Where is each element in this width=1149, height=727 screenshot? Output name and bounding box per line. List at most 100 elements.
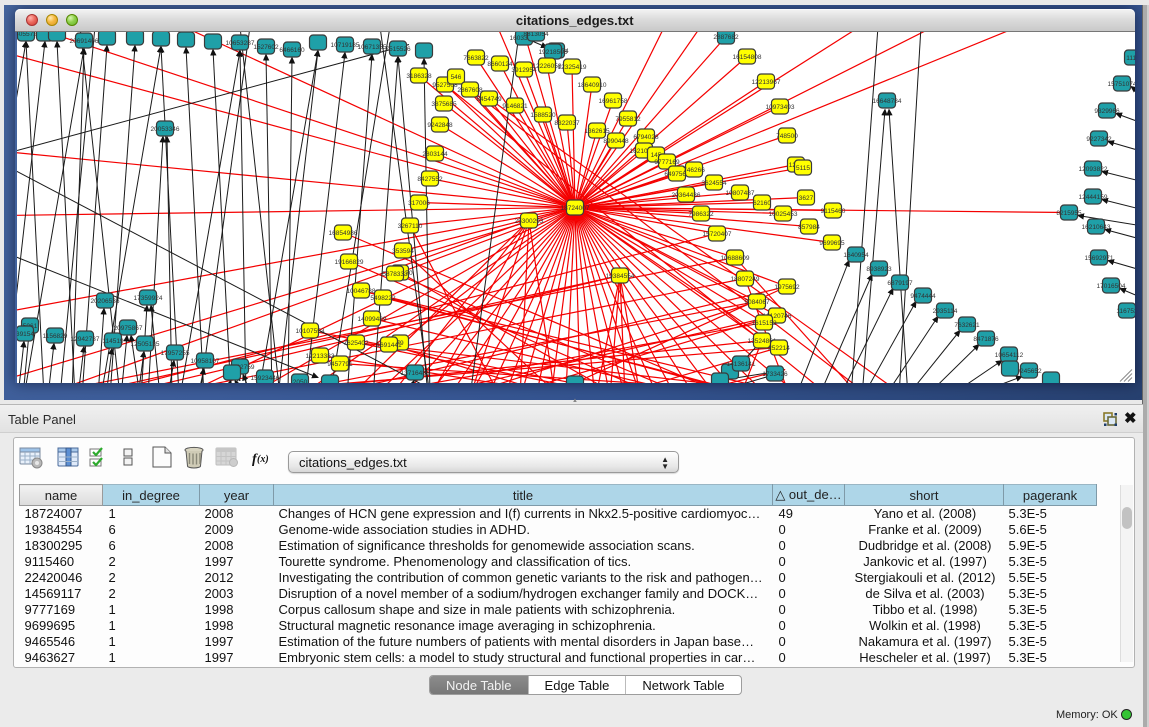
svg-text:20691406: 20691406 <box>70 38 99 45</box>
svg-text:13716485: 13716485 <box>401 370 430 377</box>
svg-text:114519: 114519 <box>102 338 124 345</box>
svg-text:6879197: 6879197 <box>887 280 913 287</box>
svg-text:10807487: 10807487 <box>726 190 755 197</box>
svg-text:12093822: 12093822 <box>1079 166 1108 173</box>
svg-text:317006: 317006 <box>408 200 430 207</box>
svg-text:546: 546 <box>451 74 462 81</box>
svg-text:16154808: 16154808 <box>733 54 762 61</box>
svg-text:17957255: 17957255 <box>161 350 190 357</box>
svg-text:2803144: 2803144 <box>422 151 448 158</box>
svg-text:12325419: 12325419 <box>558 64 587 71</box>
svg-text:18640910: 18640910 <box>578 82 607 89</box>
svg-text:1733426: 1733426 <box>762 371 788 378</box>
svg-text:17016504: 17016504 <box>1097 283 1126 290</box>
svg-text:5878333: 5878333 <box>382 271 408 278</box>
svg-text:25300293: 25300293 <box>515 218 544 225</box>
svg-text:1615152: 1615152 <box>751 320 777 327</box>
svg-text:9699695: 9699695 <box>819 240 845 247</box>
svg-text:18807249: 18807249 <box>731 276 760 283</box>
svg-text:9227342: 9227342 <box>1086 136 1112 143</box>
svg-text:12942737: 12942737 <box>71 336 100 343</box>
svg-text:252214: 252214 <box>768 345 790 352</box>
svg-text:9245652: 9245652 <box>1016 368 1042 375</box>
svg-text:39154: 39154 <box>17 331 34 338</box>
svg-text:1362615: 1362615 <box>584 128 610 135</box>
svg-text:8471876: 8471876 <box>973 336 999 343</box>
svg-text:7955812: 7955812 <box>615 116 641 123</box>
svg-text:16648784: 16648784 <box>873 98 902 105</box>
svg-text:7515526: 7515526 <box>385 46 411 53</box>
svg-text:9329966: 9329966 <box>1094 108 1120 115</box>
svg-text:1640954: 1640954 <box>843 252 869 259</box>
svg-text:16961758: 16961758 <box>599 98 628 105</box>
svg-text:15720407: 15720407 <box>703 231 732 238</box>
svg-text:6794028: 6794028 <box>633 134 659 141</box>
svg-text:1975692: 1975692 <box>774 284 800 291</box>
svg-text:10671355: 10671355 <box>358 44 387 51</box>
svg-text:15923446: 15923446 <box>251 375 280 382</box>
svg-text:8813054: 8813054 <box>523 32 549 38</box>
svg-text:10653287: 10653287 <box>226 40 255 47</box>
svg-text:17359924: 17359924 <box>134 295 163 302</box>
svg-text:9242848: 9242848 <box>427 122 453 129</box>
svg-text:20975867: 20975867 <box>114 325 143 332</box>
svg-text:19166829: 19166829 <box>335 259 364 266</box>
svg-text:1588520: 1588520 <box>530 112 556 119</box>
svg-text:3624554: 3624554 <box>701 180 727 187</box>
svg-text:18724007: 18724007 <box>561 205 590 212</box>
svg-text:9084067: 9084067 <box>744 299 770 306</box>
svg-text:14099489: 14099489 <box>358 316 387 323</box>
svg-text:7625402: 7625402 <box>343 340 369 347</box>
svg-text:7632621: 7632621 <box>954 322 980 329</box>
svg-text:1117: 1117 <box>1126 55 1134 62</box>
svg-text:12213967: 12213967 <box>752 79 781 86</box>
svg-text:353594: 353594 <box>392 248 414 255</box>
svg-text:10688609: 10688609 <box>721 255 750 262</box>
svg-text:8322037: 8322037 <box>554 120 580 127</box>
svg-text:857984: 857984 <box>798 224 820 231</box>
svg-text:9115460: 9115460 <box>821 208 846 215</box>
svg-text:10025453: 10025453 <box>769 211 798 218</box>
svg-text:15692971: 15692971 <box>1085 255 1114 262</box>
svg-text:2935114: 2935114 <box>933 308 958 315</box>
svg-text:12444159: 12444159 <box>1079 194 1108 201</box>
svg-text:9457791: 9457791 <box>327 361 353 368</box>
svg-text:19218506: 19218506 <box>539 49 568 56</box>
svg-text:16854986: 16854986 <box>329 230 358 237</box>
svg-text:8427552: 8427552 <box>417 176 443 183</box>
svg-text:14136141: 14136141 <box>727 361 756 368</box>
svg-text:12505135: 12505135 <box>131 341 160 348</box>
svg-text:20364436: 20364436 <box>672 192 701 199</box>
svg-text:19384554: 19384554 <box>606 273 635 280</box>
svg-text:20206536: 20206536 <box>91 298 120 305</box>
svg-text:10107553: 10107553 <box>296 328 325 335</box>
svg-text:7986322: 7986322 <box>688 211 714 218</box>
svg-text:10654112: 10654112 <box>995 352 1024 359</box>
svg-text:(x): (x) <box>257 454 269 465</box>
svg-text:10719185: 10719185 <box>331 42 360 49</box>
svg-text:6466160: 6466160 <box>279 47 305 54</box>
svg-text:8660124: 8660124 <box>487 61 513 68</box>
svg-text:62160: 62160 <box>753 200 771 207</box>
svg-text:748500: 748500 <box>776 133 798 140</box>
svg-text:8215955: 8215955 <box>1056 210 1082 217</box>
svg-text:1691441: 1691441 <box>376 342 402 349</box>
svg-text:5115: 5115 <box>796 165 810 172</box>
svg-text:12213383: 12213383 <box>306 353 335 360</box>
svg-text:5498222: 5498222 <box>370 295 396 302</box>
svg-text:9777169: 9777169 <box>654 159 680 166</box>
svg-text:2887682: 2887682 <box>713 34 739 41</box>
svg-text:3186328: 3186328 <box>406 73 432 80</box>
svg-text:7663822: 7663822 <box>463 55 489 62</box>
svg-text:8454749: 8454749 <box>476 96 502 103</box>
svg-text:746266: 746266 <box>683 167 705 174</box>
svg-text:10046788: 10046788 <box>347 288 376 295</box>
svg-text:2867608: 2867608 <box>457 87 483 94</box>
svg-text:20053346: 20053346 <box>151 126 180 133</box>
svg-text:10973493: 10973493 <box>766 104 795 111</box>
svg-text:10958107: 10958107 <box>191 358 220 365</box>
svg-text:3875685: 3875685 <box>431 101 457 108</box>
svg-text:116753: 116753 <box>1116 308 1134 315</box>
svg-text:8990448: 8990448 <box>603 138 629 145</box>
svg-text:8938923: 8938923 <box>866 266 892 273</box>
